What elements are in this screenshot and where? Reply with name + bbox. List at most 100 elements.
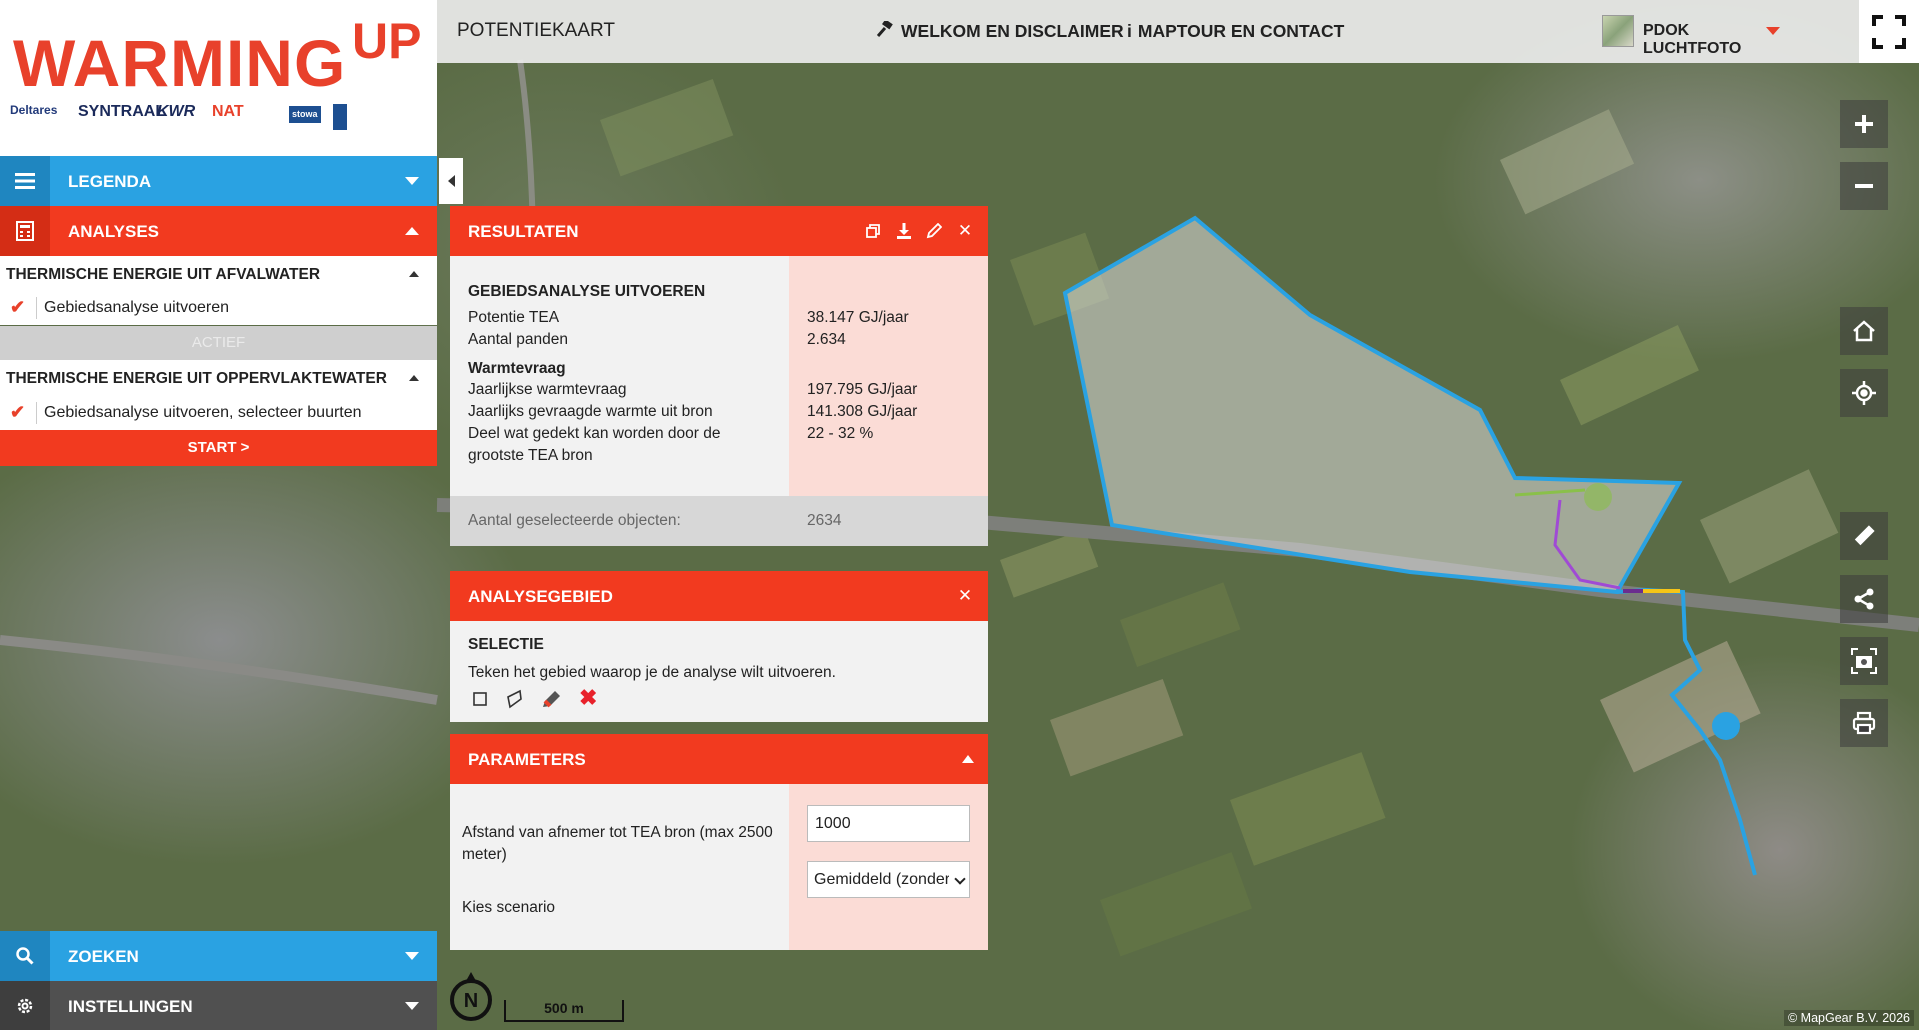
copy-icon[interactable] [863,221,883,241]
analysegebied-header: ANALYSEGEBIED ✕ [450,571,988,621]
gavel-icon [876,19,895,42]
afstand-input[interactable] [807,805,970,842]
logo-word: WARMING [13,26,347,100]
close-icon[interactable]: ✕ [955,586,975,606]
selected-objects-label: Aantal geselecteerde objecten: [468,512,681,529]
parameters-body: Afstand van afnemer tot TEA bron (max 25… [450,784,988,950]
sidebar: WARMING UP Deltares SYNTRAAL KWR NAT sto… [0,0,437,1030]
analysis-item-oppervlaktewater[interactable]: ✔ Gebiedsanalyse uitvoeren, selecteer bu… [0,396,437,430]
screenshot-button[interactable] [1840,637,1888,685]
partner-logo: KWR [157,103,196,120]
result-label: Jaarlijks gevraagde warmte uit bron [468,403,713,420]
north-arrow: N [447,972,495,1027]
home-button[interactable] [1840,307,1888,355]
menu-instellingen-label: INSTELLINGEN [68,997,193,1016]
chevron-up-icon [405,227,419,235]
chevron-down-icon [405,952,419,960]
analysis-item-label: Gebiedsanalyse uitvoeren, selecteer buur… [44,404,362,421]
delete-shape-icon[interactable]: ✖ [579,687,597,709]
resultaten-panel: RESULTATEN ✕ GEBIEDSANALYSE UITVOEREN Po… [450,206,988,546]
basemap-thumbnail [1602,15,1634,47]
menu-legenda-label: LEGENDA [68,172,152,191]
partner-logo: Deltares [10,103,58,117]
partner-logo: NAT [212,103,244,120]
source-marker [1712,712,1740,740]
search-icon [0,931,50,981]
home-icon [1853,320,1875,342]
page-title: POTENTIEKAART [457,20,616,41]
gear-icon [0,981,50,1030]
chevron-left-icon [447,175,455,187]
scale-label: 500 m [544,1000,584,1016]
list-icon [0,156,50,206]
edit-shape-icon[interactable] [541,689,563,714]
share-icon [1854,588,1874,610]
analysegebied-body: SELECTIE Teken het gebied waarop je de a… [450,621,988,722]
menu-instellingen[interactable]: INSTELLINGEN [0,981,437,1030]
copyright: © MapGear B.V. 2026 [1783,1010,1914,1026]
partner-logo: SYNTRAAL [78,103,166,120]
selectie-instruction: Teken het gebied waarop je de analyse wi… [468,664,836,681]
ruler-icon [1854,525,1875,546]
scenario-label: Kies scenario [462,899,556,916]
analysegebied-title: ANALYSEGEBIED [468,587,613,606]
resultaten-body: GEBIEDSANALYSE UITVOEREN Potentie TEA 38… [450,256,988,496]
chevron-down-icon [405,177,419,185]
result-value: 2.634 [807,331,846,348]
analysegebied-panel: ANALYSEGEBIED ✕ SELECTIE Teken het gebie… [450,571,988,722]
maptour-link[interactable]: i MAPTOUR EN CONTACT [1127,21,1344,42]
welcome-link-label: WELKOM EN DISCLAIMER [901,21,1124,41]
result-value: 22 - 32 % [807,425,874,442]
info-icon: i [1127,21,1132,41]
download-icon[interactable] [894,221,914,241]
logo: WARMING UP Deltares SYNTRAAL KWR NAT sto… [0,0,437,156]
chevron-down-icon [1766,27,1780,35]
parameters-header[interactable]: PARAMETERS [450,734,988,784]
menu-legenda[interactable]: LEGENDA [0,156,437,206]
chevron-down-icon [405,1002,419,1010]
result-value: 197.795 GJ/jaar [807,381,918,398]
measure-button[interactable] [1840,512,1888,560]
draw-polygon-icon[interactable] [506,689,524,714]
section-oppervlaktewater[interactable]: THERMISCHE ENERGIE UIT OPPERVLAKTEWATER [0,360,437,396]
analysis-item-afvalwater[interactable]: ✔ Gebiedsanalyse uitvoeren [0,291,437,325]
menu-analyses[interactable]: ANALYSES [0,206,437,256]
fullscreen-icon [1872,14,1906,49]
chevron-up-icon [409,271,419,277]
zoom-out-button[interactable] [1840,162,1888,210]
result-value: 38.147 GJ/jaar [807,309,909,326]
north-label: N [464,990,478,1012]
section-afvalwater[interactable]: THERMISCHE ENERGIE UIT AFVALWATER [0,256,437,291]
topbar: POTENTIEKAART WELKOM EN DISCLAIMER i MAPT… [437,0,1919,63]
close-icon[interactable]: ✕ [955,221,975,241]
collapse-sidebar-button[interactable] [439,158,463,204]
calculator-icon [0,206,50,256]
zoom-in-button[interactable] [1840,100,1888,148]
logo-up: UP [352,13,422,69]
warmtevraag-heading: Warmtevraag [468,360,566,377]
checkmark-icon: ✔ [10,402,26,422]
section-oppervlaktewater-title: THERMISCHE ENERGIE UIT OPPERVLAKTEWATER [6,370,387,387]
print-button[interactable] [1840,699,1888,747]
scenario-select[interactable]: Gemiddeld (zonder [807,861,970,898]
draw-rectangle-icon[interactable] [472,691,488,712]
divider [36,297,37,319]
share-button[interactable] [1840,575,1888,623]
welcome-link[interactable]: WELKOM EN DISCLAIMER [876,19,1124,42]
resultaten-header: RESULTATEN ✕ [450,206,988,256]
menu-zoeken[interactable]: ZOEKEN [0,931,437,981]
crosshair-icon [1852,381,1876,405]
menu-zoeken-label: ZOEKEN [68,947,139,966]
afstand-label: Afstand van afnemer tot TEA bron (max 25… [462,824,773,863]
chevron-up-icon [409,375,419,381]
government-logo [333,104,347,130]
edit-icon[interactable] [924,221,944,241]
partner-logo: stowa [289,106,321,123]
start-button[interactable]: START > [0,430,437,466]
fullscreen-button[interactable] [1859,0,1919,63]
result-value: 141.308 GJ/jaar [807,403,918,420]
basemap-selector[interactable]: PDOK LUCHTFOTO [1602,0,1792,63]
parameters-panel: PARAMETERS Afstand van afnemer tot TEA b… [450,734,988,950]
locate-button[interactable] [1840,369,1888,417]
divider [36,402,37,424]
